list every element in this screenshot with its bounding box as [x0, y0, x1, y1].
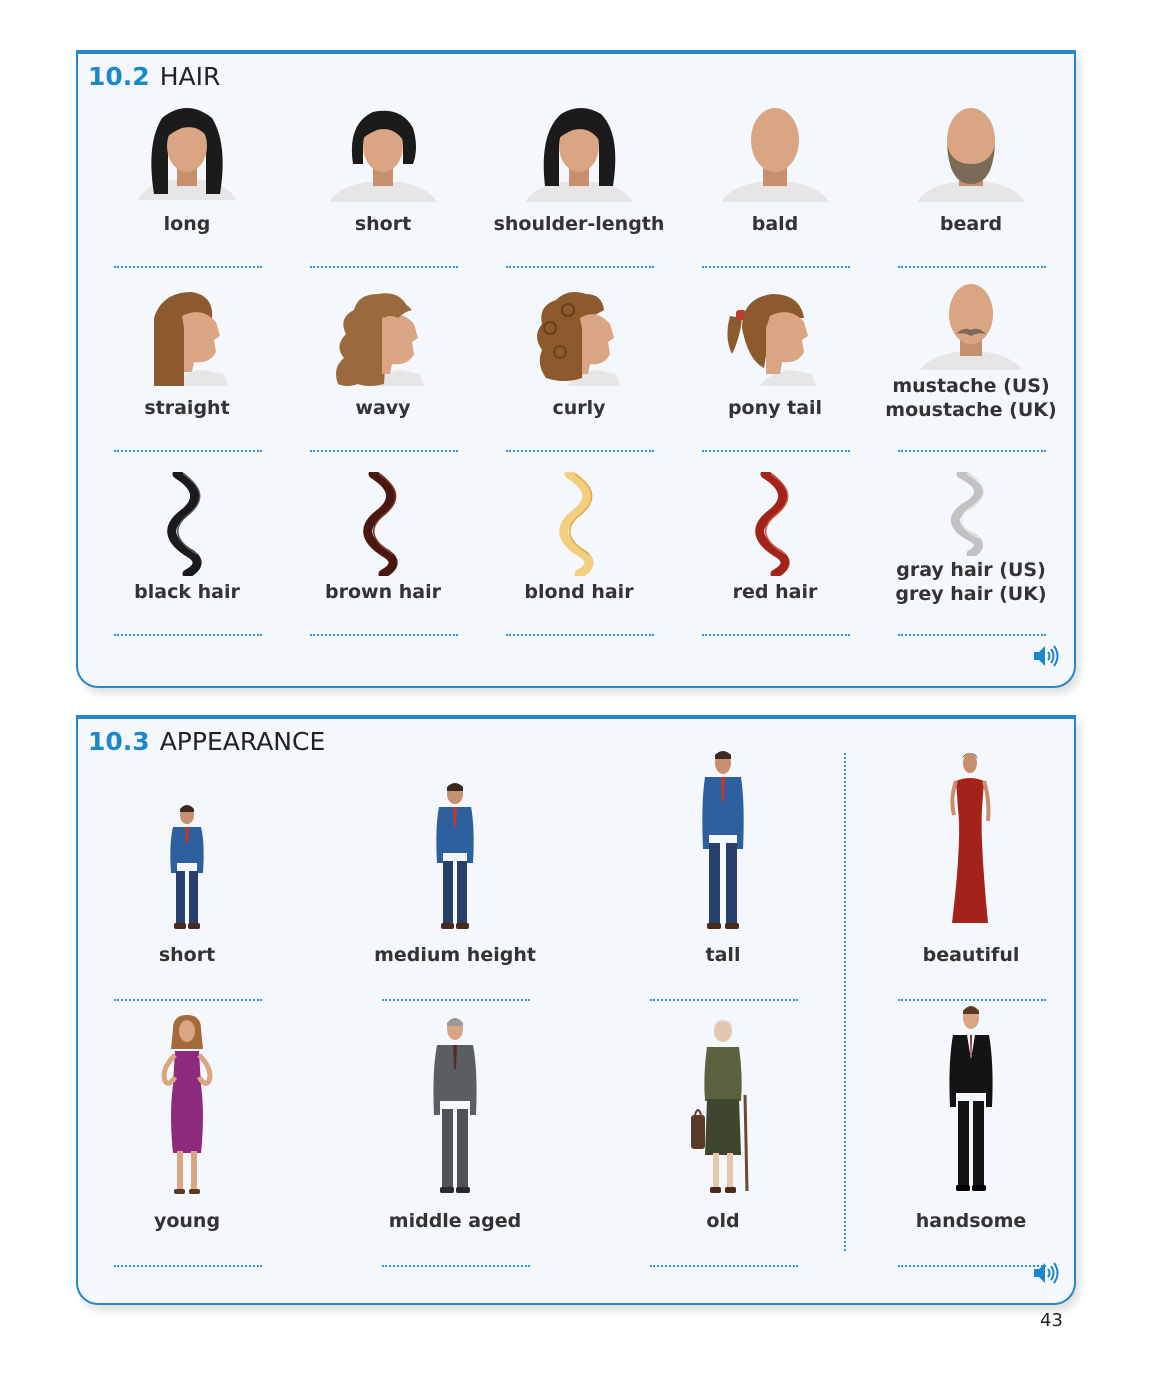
tall-man-illustration	[638, 749, 808, 933]
bald-head-illustration	[690, 104, 860, 204]
section-number: 10.2	[88, 62, 150, 91]
section-name: APPEARANCE	[159, 727, 326, 756]
answer-line[interactable]	[382, 1265, 530, 1267]
answer-line[interactable]	[650, 999, 798, 1001]
shoulder-length-hair-illustration	[494, 104, 664, 204]
column-divider	[844, 753, 846, 1251]
answer-line[interactable]	[114, 450, 262, 452]
answer-line[interactable]	[114, 266, 262, 268]
mustache-illustration	[886, 282, 1056, 372]
curly-hair-illustration	[494, 288, 664, 388]
long-hair-illustration	[102, 104, 272, 204]
answer-line[interactable]	[114, 999, 262, 1001]
answer-line[interactable]	[702, 450, 850, 452]
item-label: curly	[552, 397, 606, 419]
item-label-alt: moustache (UK)	[885, 399, 1057, 421]
section-name: HAIR	[159, 62, 221, 91]
answer-line[interactable]	[382, 999, 530, 1001]
middle-aged-man-illustration	[370, 1015, 540, 1199]
item-label-alt: grey hair (UK)	[895, 583, 1047, 605]
item-label: brown hair	[325, 581, 441, 603]
gray-hair-swatch	[886, 472, 1056, 556]
item-label: old	[706, 1210, 740, 1232]
answer-line[interactable]	[506, 450, 654, 452]
item-label: shoulder-length	[493, 213, 665, 235]
answer-line[interactable]	[310, 450, 458, 452]
answer-line[interactable]	[506, 634, 654, 636]
speaker-icon[interactable]	[1032, 644, 1060, 672]
item-label: tall	[705, 944, 741, 966]
item-label: wavy	[355, 397, 411, 419]
answer-line[interactable]	[310, 634, 458, 636]
item-label: gray hair (US)	[896, 559, 1046, 581]
hair-panel: 10.2 HAIR long short shoulder-length bal…	[76, 50, 1076, 688]
item-label: medium height	[374, 944, 536, 966]
answer-line[interactable]	[114, 634, 262, 636]
beard-illustration	[886, 104, 1056, 204]
item-label: bald	[751, 213, 799, 235]
item-label: black hair	[134, 581, 240, 603]
item-label: young	[153, 1210, 221, 1232]
short-man-illustration	[102, 803, 272, 933]
answer-line[interactable]	[310, 266, 458, 268]
black-hair-swatch	[102, 472, 272, 576]
answer-line[interactable]	[506, 266, 654, 268]
wavy-hair-illustration	[298, 288, 468, 388]
item-label: handsome	[915, 1210, 1027, 1232]
young-woman-illustration	[102, 1015, 272, 1199]
item-label: straight	[144, 397, 230, 419]
answer-line[interactable]	[702, 634, 850, 636]
answer-line[interactable]	[650, 1265, 798, 1267]
blond-hair-swatch	[494, 472, 664, 576]
speaker-icon[interactable]	[1032, 1261, 1060, 1289]
item-label: short	[158, 944, 216, 966]
brown-hair-swatch	[298, 472, 468, 576]
short-hair-illustration	[298, 104, 468, 204]
section-title: 10.2 HAIR	[88, 62, 220, 91]
item-label: beard	[939, 213, 1003, 235]
section-title: 10.3 APPEARANCE	[88, 727, 325, 756]
item-label: short	[354, 213, 412, 235]
beautiful-woman-illustration	[886, 749, 1056, 933]
answer-line[interactable]	[898, 634, 1046, 636]
old-woman-illustration	[638, 1015, 808, 1199]
answer-line[interactable]	[898, 1265, 1046, 1267]
item-label: mustache (US)	[892, 375, 1050, 397]
straight-hair-illustration	[102, 288, 272, 388]
answer-line[interactable]	[702, 266, 850, 268]
section-number: 10.3	[88, 727, 150, 756]
item-label: middle aged	[388, 1210, 522, 1232]
medium-height-man-illustration	[370, 781, 540, 933]
item-label: beautiful	[922, 944, 1020, 966]
item-label: long	[163, 213, 211, 235]
answer-line[interactable]	[898, 266, 1046, 268]
red-hair-swatch	[690, 472, 860, 576]
appearance-panel: 10.3 APPEARANCE short medium height tall…	[76, 715, 1076, 1305]
answer-line[interactable]	[898, 999, 1046, 1001]
item-label: red hair	[732, 581, 818, 603]
page-number: 43	[1040, 1310, 1063, 1331]
item-label: blond hair	[524, 581, 634, 603]
pony-tail-illustration	[690, 288, 860, 388]
item-label: pony tail	[727, 397, 823, 419]
handsome-man-illustration	[886, 1003, 1056, 1199]
answer-line[interactable]	[114, 1265, 262, 1267]
answer-line[interactable]	[898, 450, 1046, 452]
